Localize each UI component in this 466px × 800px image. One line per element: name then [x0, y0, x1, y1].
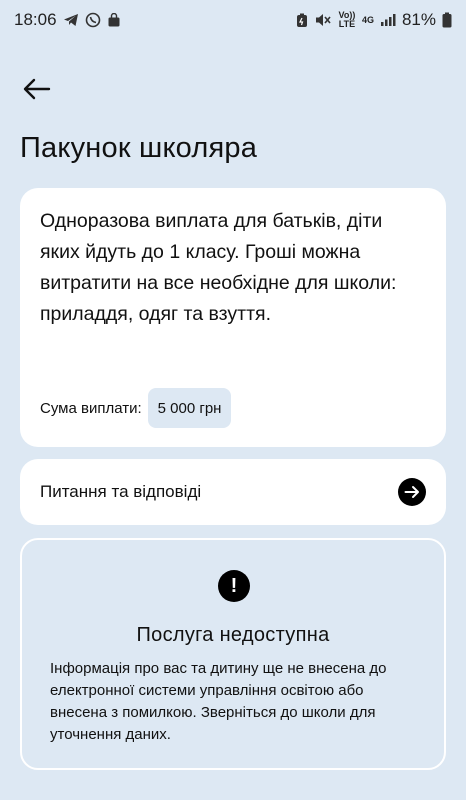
- exclamation-circle-icon: !: [218, 570, 250, 602]
- battery-saver-icon: [296, 13, 308, 28]
- status-bar-right: Vo)) LTE 4G 81%: [296, 10, 452, 30]
- battery-percent: 81%: [401, 10, 436, 29]
- shopping-bag-icon: [107, 13, 121, 27]
- telegram-icon: [63, 13, 79, 27]
- faq-label: Питання та відповіді: [40, 482, 202, 501]
- service-unavailable-notice: ! Послуга недоступна Інформація про вас …: [20, 538, 446, 770]
- unavailable-text: Інформація про вас та дитину ще не внесе…: [50, 660, 387, 743]
- unavailable-title: Послуга недоступна: [136, 624, 330, 646]
- status-bar: 18:06 Vo)) LTE 4G 81%: [0, 0, 466, 40]
- description-card: Одноразова виплата для батьків, діти яки…: [20, 188, 446, 447]
- viber-icon: [85, 12, 101, 28]
- status-bar-left: 18:06: [14, 10, 121, 30]
- amount-row: Сума виплати: 5 000 грн: [40, 388, 232, 428]
- amount-value-badge: 5 000 грн: [147, 388, 232, 428]
- arrow-right-circle-icon: [398, 478, 426, 506]
- status-time: 18:06: [14, 10, 57, 29]
- arrow-left-icon: [23, 78, 51, 100]
- back-button[interactable]: [20, 72, 54, 106]
- description-text: Одноразова виплата для батьків, діти яки…: [40, 210, 397, 325]
- network-type-indicator: 4G: [361, 14, 374, 25]
- amount-label: Сума виплати:: [40, 399, 142, 417]
- battery-icon: [442, 12, 452, 28]
- volte-indicator: Vo)) LTE: [338, 10, 356, 29]
- signal-icon: [380, 13, 396, 27]
- page-title: Пакунок школяра: [20, 132, 258, 164]
- faq-button[interactable]: Питання та відповіді: [20, 459, 446, 525]
- mute-icon: [314, 12, 332, 28]
